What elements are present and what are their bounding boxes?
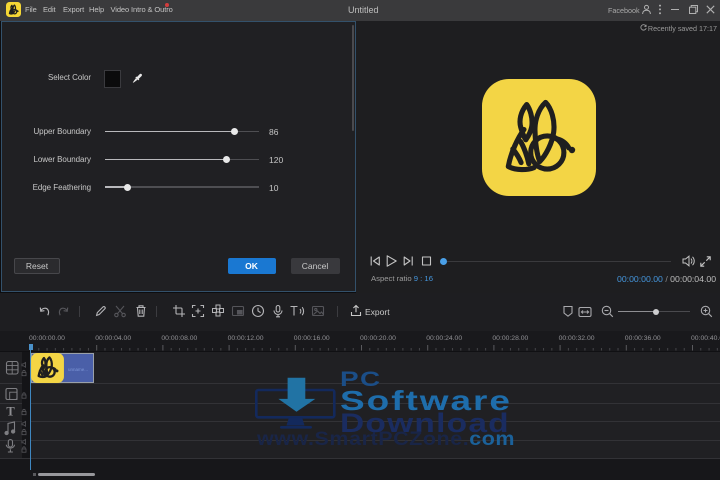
svg-text:T: T: [6, 405, 15, 419]
